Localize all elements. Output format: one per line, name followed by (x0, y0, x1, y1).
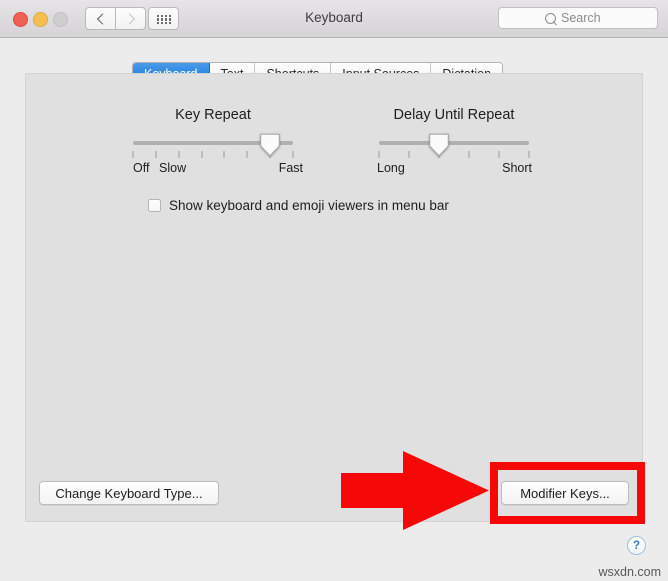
slider-tick (468, 151, 470, 158)
slider-tick (408, 151, 410, 158)
slider-tick (528, 151, 530, 158)
help-button[interactable]: ? (627, 536, 646, 555)
delay-until-repeat-track[interactable] (379, 141, 529, 145)
slider-tick (201, 151, 203, 158)
slider-tick (178, 151, 180, 158)
change-keyboard-type-button[interactable]: Change Keyboard Type... (39, 481, 219, 505)
slider-tick (155, 151, 157, 158)
show-keyboard-viewers-checkbox-row[interactable]: Show keyboard and emoji viewers in menu … (148, 198, 449, 213)
show-keyboard-viewers-checkbox[interactable] (148, 199, 161, 212)
key-repeat-label-fast: Fast (278, 161, 303, 175)
slider-tick (292, 151, 294, 158)
watermark-text: wsxdn.com (598, 565, 661, 579)
slider-tick (223, 151, 225, 158)
search-icon (545, 13, 556, 24)
show-keyboard-viewers-label: Show keyboard and emoji viewers in menu … (169, 198, 449, 213)
key-repeat-labels: Off Slow Fast (133, 161, 303, 177)
key-repeat-title: Key Repeat (175, 107, 251, 123)
delay-label-short: Short (502, 161, 532, 175)
window-titlebar: Keyboard Search (0, 0, 668, 38)
key-repeat-label-slow: Slow (159, 161, 187, 175)
right-arrow-annotation (341, 451, 489, 530)
search-input[interactable]: Search (498, 7, 658, 29)
delay-until-repeat-labels: Long Short (377, 161, 532, 177)
slider-tick (132, 151, 134, 158)
key-repeat-label-off: Off (133, 161, 150, 175)
keyboard-preferences-window: Keyboard Search Keyboard Text Shortcuts … (0, 0, 668, 581)
slider-tick (246, 151, 248, 158)
delay-until-repeat-ticks (378, 151, 530, 158)
delay-until-repeat-knob[interactable] (429, 133, 450, 157)
keyboard-settings-panel (25, 73, 643, 522)
delay-until-repeat-title: Delay Until Repeat (393, 107, 515, 123)
slider-tick (378, 151, 380, 158)
red-rectangle-highlight (490, 462, 645, 524)
slider-tick (498, 151, 500, 158)
key-repeat-knob[interactable] (260, 133, 281, 157)
delay-label-long: Long (377, 161, 405, 175)
search-placeholder: Search (561, 11, 601, 25)
